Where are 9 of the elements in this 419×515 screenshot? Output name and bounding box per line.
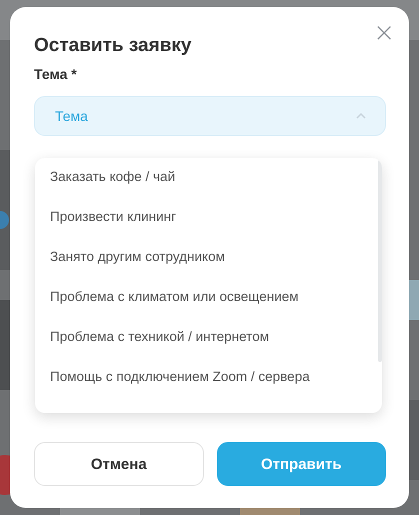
dropdown-option[interactable]: Проблема с климатом или освещением xyxy=(35,278,382,318)
dropdown-option[interactable]: Помощь с подключением Zoom / сервера xyxy=(35,358,382,398)
dropdown-option[interactable]: Произвести клининг xyxy=(35,198,382,238)
dropdown-option[interactable]: Занято другим сотрудником xyxy=(35,238,382,278)
cancel-button[interactable]: Отмена xyxy=(34,442,204,486)
dropdown-option[interactable]: Проблема с техникой / интернетом xyxy=(35,318,382,358)
dropdown-option[interactable]: Заказать кофе / чай xyxy=(35,158,382,198)
field-label: Тема * xyxy=(34,66,78,82)
dialog-title: Оставить заявку xyxy=(34,35,192,57)
